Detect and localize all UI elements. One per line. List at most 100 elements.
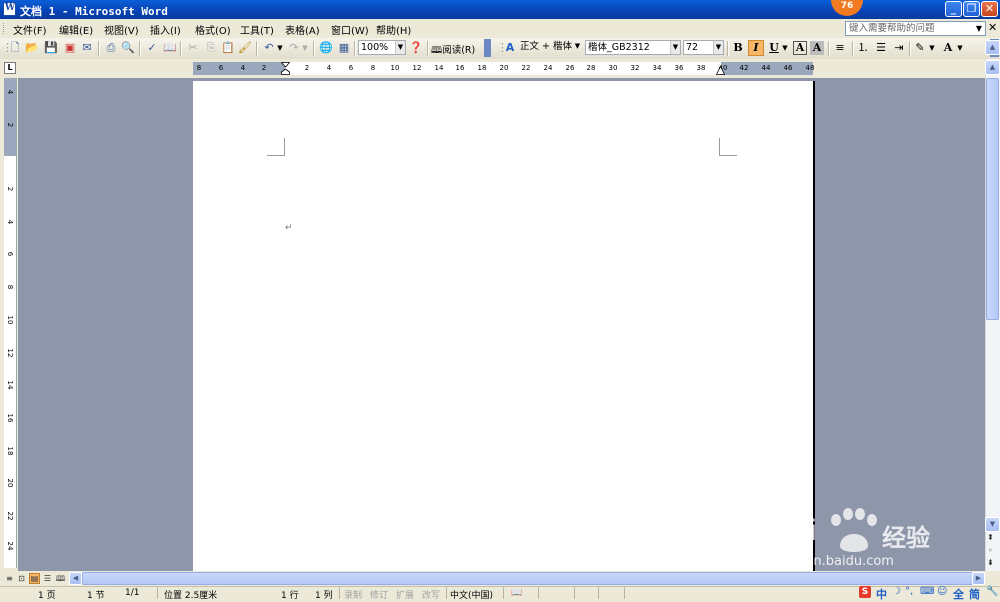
- menu-file[interactable]: 文件(F): [13, 22, 47, 37]
- new-document-icon[interactable]: 🗋: [8, 41, 22, 55]
- numbering-icon[interactable]: ⒈: [856, 41, 870, 55]
- paste-icon[interactable]: 📋: [221, 41, 235, 55]
- paragraph-mark-icon[interactable]: ↵: [285, 223, 293, 233]
- menu-view[interactable]: 视图(V): [104, 22, 139, 37]
- next-page-icon[interactable]: ⇟: [987, 558, 994, 567]
- right-indent-marker-icon[interactable]: [716, 66, 725, 75]
- tab-selector-button[interactable]: L: [4, 62, 16, 74]
- bullets-icon[interactable]: ☰: [874, 41, 888, 55]
- zoom-select[interactable]: 100% ▼: [358, 40, 406, 55]
- research-icon[interactable]: 📖: [163, 41, 177, 55]
- indent-icon[interactable]: ⇥: [892, 41, 906, 55]
- menu-edit[interactable]: 编辑(E): [59, 22, 93, 37]
- chevron-down-icon[interactable]: ▼: [395, 41, 405, 54]
- chevron-down-icon[interactable]: ▼: [670, 41, 680, 54]
- justify-icon[interactable]: ≡: [833, 41, 847, 55]
- font-color-dropdown-icon[interactable]: ▼: [956, 41, 964, 55]
- redo-dropdown-icon[interactable]: ▼: [301, 41, 309, 55]
- restore-button[interactable]: ❐: [963, 1, 980, 17]
- font-select[interactable]: 楷体_GB2312 ▼: [585, 40, 681, 55]
- font-size-select[interactable]: 72 ▼: [683, 40, 724, 55]
- scroll-left-button[interactable]: ◀: [69, 572, 82, 585]
- ime-simplified-mode[interactable]: 简: [969, 586, 980, 602]
- menu-tools[interactable]: 工具(T): [240, 22, 274, 37]
- horizontal-scroll-thumb[interactable]: [82, 572, 973, 585]
- toolbar-options-icon[interactable]: [484, 39, 491, 57]
- save-icon[interactable]: 💾: [44, 41, 58, 55]
- hyperlink-icon[interactable]: 🌐: [319, 41, 333, 55]
- scroll-up-arrow-icon[interactable]: ▲: [985, 40, 1000, 55]
- toolbar-grip[interactable]: ⋮: [2, 41, 13, 55]
- status-record[interactable]: 录制: [344, 588, 362, 601]
- spelling-status-icon[interactable]: 📖: [511, 588, 522, 598]
- scroll-up-button[interactable]: ▲: [985, 60, 1000, 75]
- help-search-input[interactable]: 键入需要帮助的问题: [845, 21, 986, 36]
- open-folder-icon[interactable]: 📂: [25, 41, 39, 55]
- web-view-icon[interactable]: ⊡: [16, 573, 27, 584]
- scroll-right-button[interactable]: ▶: [972, 572, 985, 585]
- status-overtype[interactable]: 改写: [422, 588, 440, 601]
- outline-view-icon[interactable]: ☰: [42, 573, 53, 584]
- underline-dropdown-icon[interactable]: ▼: [781, 41, 789, 55]
- print-layout-view-icon[interactable]: ▤: [29, 573, 40, 584]
- word-app-icon[interactable]: [3, 2, 16, 16]
- previous-page-icon[interactable]: ⇞: [987, 533, 994, 542]
- underline-button[interactable]: U: [766, 40, 782, 56]
- user-icon[interactable]: ☺: [937, 586, 947, 597]
- menu-window[interactable]: 窗口(W): [331, 22, 369, 37]
- highlight-dropdown-icon[interactable]: ▼: [928, 41, 936, 55]
- menu-grip[interactable]: [3, 23, 6, 34]
- menu-table[interactable]: 表格(A): [285, 22, 320, 37]
- status-track-changes[interactable]: 修订: [370, 588, 388, 601]
- vertical-ruler[interactable]: 4 2 2 4 6 8 10 12 14 16 18 20 22 24: [4, 78, 17, 568]
- wrench-icon[interactable]: 🔧: [986, 586, 998, 597]
- vertical-scroll-thumb[interactable]: [986, 78, 999, 320]
- chevron-down-icon[interactable]: ▼: [713, 41, 723, 54]
- read-button[interactable]: 🕮阅读(R): [431, 42, 475, 59]
- menu-help[interactable]: 帮助(H): [376, 22, 411, 37]
- char-shading-button[interactable]: A: [810, 41, 824, 55]
- chevron-down-icon[interactable]: ▼: [573, 40, 582, 53]
- highlight-icon[interactable]: ✎: [913, 41, 927, 55]
- document-page[interactable]: ↵: [193, 81, 813, 571]
- status-extend[interactable]: 扩展: [396, 588, 414, 601]
- help-icon[interactable]: ❓: [409, 41, 423, 55]
- menu-format[interactable]: 格式(O): [195, 22, 231, 37]
- spelling-icon[interactable]: ✓: [145, 41, 159, 55]
- char-border-button[interactable]: A: [793, 41, 807, 55]
- copy-icon[interactable]: ⎘: [204, 41, 218, 55]
- email-icon[interactable]: ✉: [80, 41, 94, 55]
- font-color-button[interactable]: A: [940, 40, 956, 56]
- print-preview-icon[interactable]: 🔍: [121, 41, 135, 55]
- ime-fullwidth-mode[interactable]: 全: [953, 586, 964, 602]
- print-icon[interactable]: ⎙: [104, 41, 118, 55]
- style-select[interactable]: 正文 + 楷体 ▼: [518, 40, 582, 55]
- scroll-down-button[interactable]: ▼: [985, 517, 1000, 532]
- cut-icon[interactable]: ✂: [186, 41, 200, 55]
- undo-icon[interactable]: ↶: [262, 41, 276, 55]
- ime-chinese-mode[interactable]: 中: [876, 586, 887, 602]
- help-dropdown-icon[interactable]: ▼: [974, 22, 984, 35]
- indent-marker-icon[interactable]: [281, 62, 290, 75]
- italic-button[interactable]: I: [748, 40, 764, 56]
- redo-icon[interactable]: ↷: [287, 41, 301, 55]
- horizontal-ruler[interactable]: 8 6 4 2 2 4 6 8 10 12 14 16 18 20 22 24 …: [193, 62, 814, 75]
- table-icon[interactable]: ▦: [337, 41, 351, 55]
- styles-pane-icon[interactable]: A: [503, 41, 517, 55]
- bold-button[interactable]: B: [730, 40, 746, 56]
- menu-insert[interactable]: 插入(I): [150, 22, 181, 37]
- format-painter-icon[interactable]: 🖌: [238, 41, 252, 55]
- close-button[interactable]: ✕: [981, 1, 998, 17]
- undo-dropdown-icon[interactable]: ▼: [276, 41, 284, 55]
- minimize-button[interactable]: _: [945, 1, 962, 17]
- moon-icon[interactable]: ☽: [892, 586, 901, 597]
- sogou-ime-icon[interactable]: S: [859, 586, 871, 598]
- reading-view-icon[interactable]: 🕮: [55, 573, 66, 584]
- permission-icon[interactable]: ▣: [63, 41, 77, 55]
- document-close-icon[interactable]: ✕: [988, 21, 997, 34]
- normal-view-icon[interactable]: ≡: [4, 573, 15, 584]
- keyboard-icon[interactable]: ⌨: [920, 586, 934, 597]
- punctuation-icon[interactable]: °,: [905, 586, 913, 597]
- browse-object-icon[interactable]: ◦: [988, 546, 993, 555]
- status-language[interactable]: 中文(中国): [450, 588, 493, 601]
